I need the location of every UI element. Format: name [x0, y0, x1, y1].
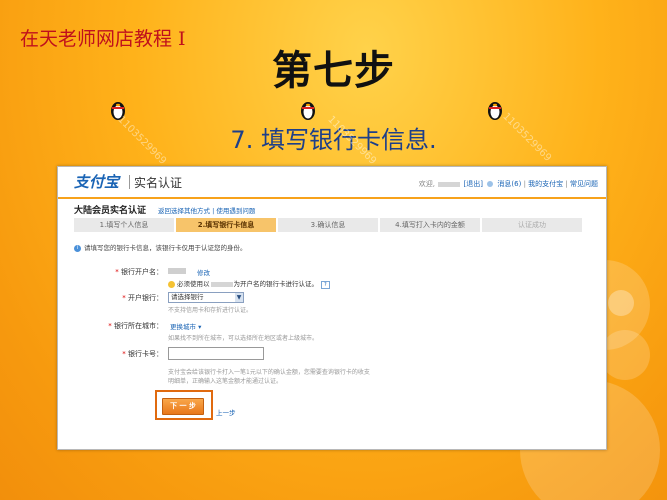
- account-name-label: * 银行开户名：: [115, 268, 163, 276]
- modify-link[interactable]: 修改: [197, 267, 210, 277]
- page-title: 实名认证: [134, 176, 183, 190]
- change-city-select[interactable]: 更换城市 ▾: [170, 321, 201, 331]
- bank-select-value: 请选择银行: [171, 293, 204, 301]
- name-blurred: [210, 281, 233, 287]
- alipay-window: 支付宝 实名认证 欢迎, [退出] 消息(6) | 我的支付宝 | 常见问题 大…: [57, 166, 607, 450]
- card-hint: 支付宝会给该银行卡打入一笔1元以下的确认金额，您需要查询银行卡的收支明细单，正确…: [168, 369, 370, 385]
- section-title: 大陆会员实名认证: [74, 206, 147, 216]
- progress-steps: 1.填写个人信息 2.填写银行卡信息 3.确认信息 4.填写打入卡内的金额 认证…: [74, 218, 584, 232]
- notice-text: 请填写您的银行卡信息，该银行卡仅用于认证您的身份。: [84, 244, 247, 252]
- account-name-hint: 必须使用以 为开户名的银行卡进行认证。?: [168, 278, 330, 289]
- card-number-input[interactable]: [168, 347, 264, 360]
- penguin-icon: [301, 102, 315, 120]
- bank-hint: 不支持信用卡和存折进行认证。: [168, 307, 253, 314]
- logout-link[interactable]: [退出]: [463, 180, 482, 188]
- smile-icon: [168, 280, 175, 288]
- city-label: * 银行所在城市：: [108, 322, 163, 330]
- card-number-label: * 银行卡号：: [122, 350, 163, 358]
- section-links[interactable]: 返回选择其他方式 | 使用遇到问题: [158, 205, 255, 215]
- user-bar: 欢迎, [退出] 消息(6) | 我的支付宝 | 常见问题: [418, 180, 598, 188]
- city-hint: 如果找不到所在城市，可以选择所在地区或者上级城市。: [168, 335, 319, 342]
- logo-divider: [129, 175, 130, 189]
- bank-select[interactable]: 请选择银行 ▼: [168, 292, 244, 303]
- info-icon: i: [74, 244, 81, 252]
- username-blurred: [438, 181, 461, 187]
- alipay-logo[interactable]: 支付宝: [74, 171, 119, 192]
- previous-step-link[interactable]: 上一步: [216, 407, 236, 417]
- messages-link[interactable]: 消息(6): [497, 180, 521, 188]
- step-success: 认证成功: [482, 218, 582, 232]
- help-icon[interactable]: ?: [321, 281, 330, 289]
- chevron-down-icon[interactable]: ▼: [235, 293, 243, 302]
- step-confirm: 3.确认信息: [278, 218, 378, 232]
- bank-label: * 开户银行：: [122, 294, 163, 302]
- notice: i 请填写您的银行卡信息，该银行卡仅用于认证您的身份。: [74, 242, 247, 252]
- next-step-button[interactable]: 下 一 步: [162, 398, 204, 415]
- slide-title: 第七步: [272, 47, 395, 94]
- step-bank-info: 2.填写银行卡信息: [176, 218, 276, 232]
- topbar: 支付宝 实名认证 欢迎, [退出] 消息(6) | 我的支付宝 | 常见问题: [58, 167, 606, 199]
- account-name-blurred: [168, 268, 186, 274]
- my-alipay-link[interactable]: 我的支付宝: [528, 180, 563, 188]
- welcome-text: 欢迎,: [418, 180, 436, 188]
- step-amount: 4.填写打入卡内的金额: [380, 218, 480, 232]
- message-icon: [487, 181, 494, 187]
- step-personal-info: 1.填写个人信息: [74, 218, 174, 232]
- help-link[interactable]: 常见问题: [570, 180, 598, 188]
